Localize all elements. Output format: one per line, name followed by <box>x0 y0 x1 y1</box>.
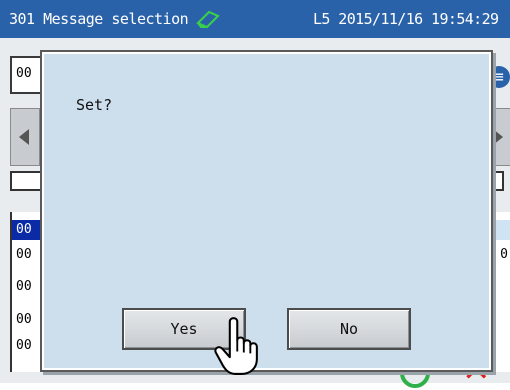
title-bar: 301 Message selection L5 2015/11/16 19:5… <box>0 0 510 38</box>
message-number-field[interactable]: 00 <box>10 56 44 94</box>
screen-title: 301 Message selection <box>9 10 189 28</box>
no-button[interactable]: No <box>287 308 411 350</box>
eraser-icon <box>196 10 220 29</box>
status-datetime: L5 2015/11/16 19:54:29 <box>313 10 499 28</box>
pointer-hand-icon <box>214 317 258 375</box>
scroll-left-button[interactable] <box>10 108 40 166</box>
dialog-message: Set? <box>76 96 113 114</box>
